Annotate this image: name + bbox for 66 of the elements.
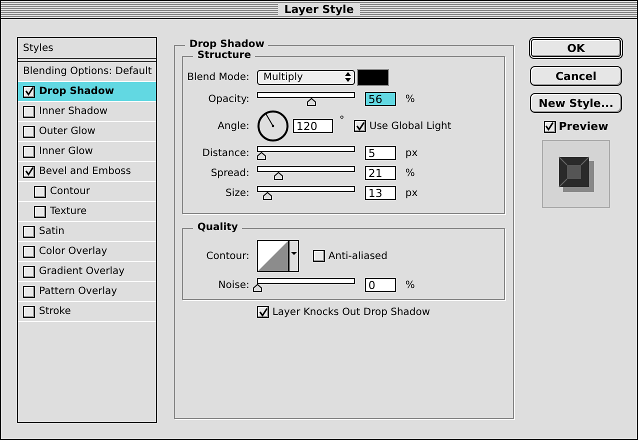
anti-aliased-checkbox[interactable]: Anti-aliased [313,250,388,262]
preview-drawing [556,154,596,194]
style-list-item[interactable]: Pattern Overlay [18,282,156,302]
value-field[interactable]: 0 [365,278,396,292]
style-list-item[interactable]: Inner Shadow [18,102,156,122]
value-field[interactable]: 13 [365,186,396,200]
slider-label: Noise: [217,280,250,290]
angle-field[interactable]: 120 [293,119,334,133]
global-light-checkbox[interactable]: Use Global Light [354,120,452,132]
dialog-button[interactable]: New Style... [530,93,622,113]
style-list-item[interactable]: Inner Glow [18,142,156,162]
style-list-item[interactable]: Satin [18,222,156,242]
style-list-item[interactable]: Contour [18,182,156,202]
contour-label: Contour: [205,250,250,262]
checkbox[interactable] [544,120,556,132]
value-field[interactable]: 56 [365,92,396,106]
style-list-item[interactable]: Outer Glow [18,122,156,142]
angle-label: Angle: [216,120,250,132]
group-title: Structure [193,50,255,61]
checkbox[interactable] [354,120,366,132]
value-field[interactable]: 21 [365,166,396,180]
style-list-item[interactable]: Bevel and Emboss [18,162,156,182]
checkbox[interactable] [23,226,35,238]
checkbox[interactable] [23,106,35,118]
style-list-item[interactable]: Drop Shadow [18,82,156,102]
blend-mode-select[interactable]: Multiply [257,70,356,84]
color-swatch[interactable] [357,68,390,86]
slider-label: Distance: [201,148,250,158]
list-header: Styles [18,38,156,62]
unit-label: px [405,148,418,158]
value-field[interactable]: 5 [365,146,396,160]
preview-checkbox[interactable]: Preview [544,120,608,133]
style-list-item[interactable]: Color Overlay [18,242,156,262]
slider-label: Size: [224,188,250,198]
checkbox[interactable] [23,166,35,178]
checkbox[interactable] [23,86,35,98]
angle-dial[interactable] [257,110,290,142]
checkbox[interactable] [34,186,46,198]
checkbox[interactable] [23,286,35,298]
unit-label: % [405,280,415,290]
unit-label: % [405,168,415,178]
checkbox[interactable] [313,250,326,262]
degree-label: ° [339,115,344,126]
style-list-item[interactable]: Stroke [18,302,156,322]
group-title: Quality [193,222,242,233]
style-list-item[interactable]: Texture [18,202,156,222]
checkbox[interactable] [23,306,35,318]
checkbox[interactable] [23,146,35,158]
checkbox[interactable] [23,246,35,258]
panel-title: Drop Shadow [185,39,268,50]
contour-picker[interactable] [257,240,300,272]
slider-thumb[interactable] [253,284,262,292]
dialog-button[interactable]: Cancel [530,66,622,86]
checkbox[interactable] [23,266,35,278]
dialog-button[interactable]: OK [529,37,623,59]
slider-label: Opacity: [207,94,250,104]
unit-label: px [405,188,418,198]
window-title: Layer Style [278,3,360,16]
style-list-item[interactable]: Gradient Overlay [18,262,156,282]
checkbox[interactable] [34,206,46,218]
unit-label: % [405,94,415,104]
checkbox[interactable] [23,126,35,138]
slider-label: Spread: [210,168,250,178]
blend-mode-label: Blend Mode: [186,72,250,82]
checkbox[interactable] [257,306,270,318]
knockout-checkbox[interactable]: Layer Knocks Out Drop Shadow [257,306,430,318]
